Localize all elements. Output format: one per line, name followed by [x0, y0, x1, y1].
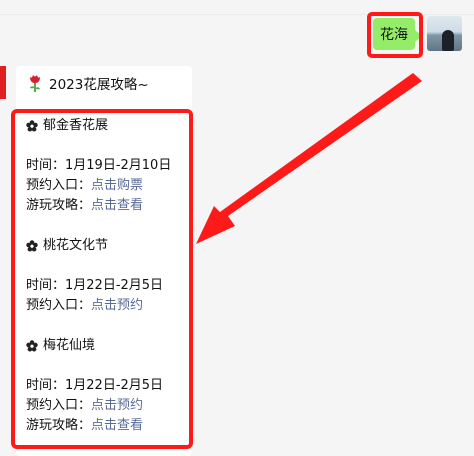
- annotation-arrow: [196, 73, 422, 244]
